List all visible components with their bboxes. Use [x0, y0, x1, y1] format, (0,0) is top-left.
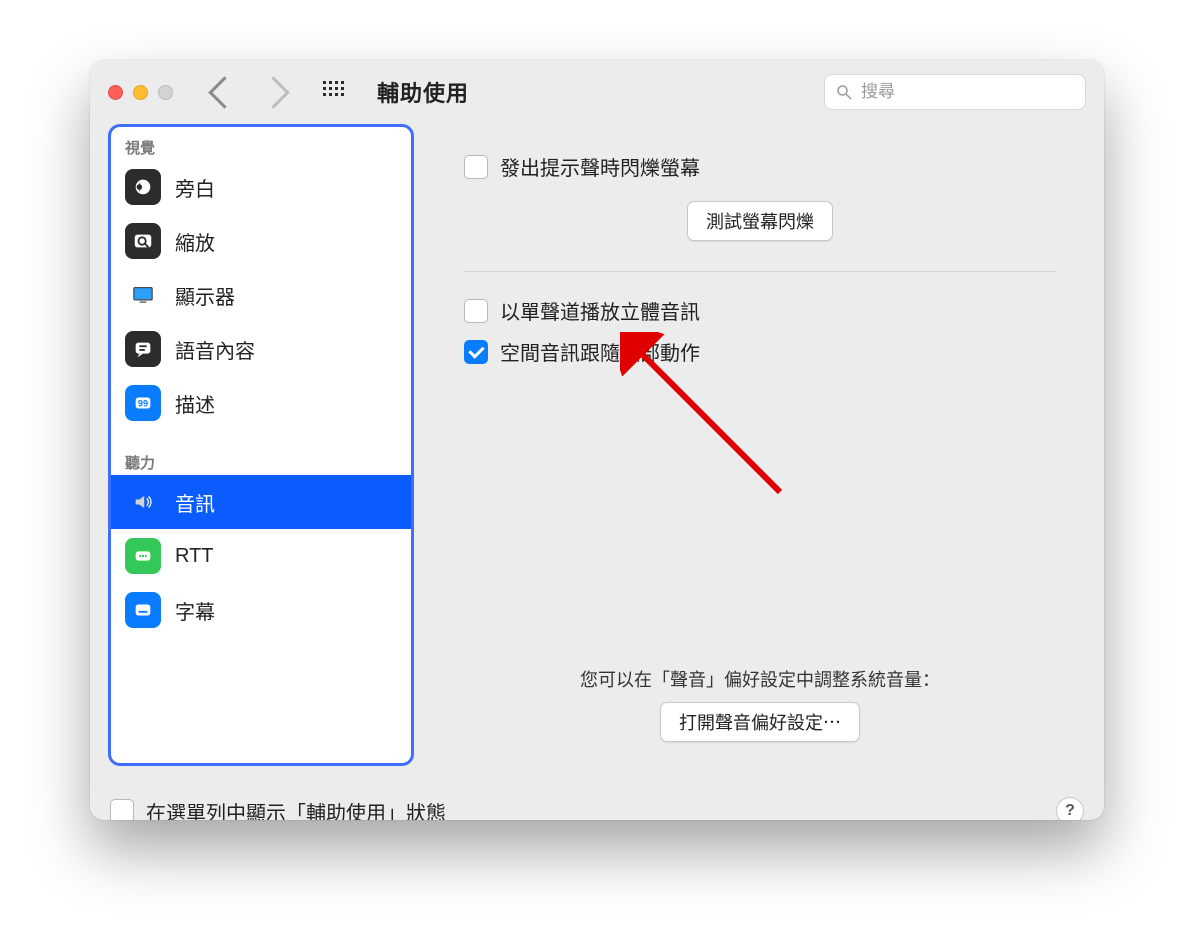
sidebar-item-label: 語音內容 — [175, 335, 255, 364]
spatial-head-checkbox[interactable] — [464, 340, 488, 364]
mono-audio-checkbox[interactable] — [464, 299, 488, 323]
spatial-head-label: 空間音訊跟隨頭部動作 — [500, 337, 700, 366]
window-controls — [108, 85, 173, 100]
sidebar-section-vision: 視覺 — [111, 127, 411, 160]
show-status-checkbox[interactable] — [110, 799, 134, 820]
search-input[interactable] — [859, 81, 1075, 103]
descriptions-icon: 99 — [125, 385, 161, 421]
back-button[interactable] — [208, 76, 241, 109]
forward-button[interactable] — [257, 76, 290, 109]
spoken-content-icon — [125, 331, 161, 367]
spatial-head-row[interactable]: 空間音訊跟隨頭部動作 — [464, 337, 1056, 366]
zoom-window-button[interactable] — [158, 85, 173, 100]
sidebar-item-voiceover[interactable]: 旁白 — [111, 160, 411, 214]
divider — [464, 271, 1056, 272]
zoom-icon — [125, 223, 161, 259]
captions-icon — [125, 592, 161, 628]
flash-screen-row[interactable]: 發出提示聲時閃爍螢幕 — [464, 152, 1056, 181]
display-icon — [125, 277, 161, 313]
test-flash-button[interactable]: 測試螢幕閃爍 — [687, 201, 833, 241]
rtt-icon — [125, 538, 161, 574]
show-all-icon[interactable] — [323, 81, 345, 103]
sidebar-item-descriptions[interactable]: 99 描述 — [111, 376, 411, 430]
sidebar-item-label: RTT — [175, 545, 214, 568]
flash-screen-checkbox[interactable] — [464, 155, 488, 179]
volume-hint-text: 您可以在「聲音」偏好設定中調整系統音量： — [464, 666, 1056, 692]
preferences-window: 輔助使用 視覺 旁白 — [90, 60, 1104, 820]
audio-icon — [125, 484, 161, 520]
sidebar-item-label: 描述 — [175, 389, 215, 418]
sidebar-item-label: 縮放 — [175, 227, 215, 256]
footer: 在選單列中顯示「輔助使用」狀態 ? — [90, 784, 1104, 820]
sidebar-item-zoom[interactable]: 縮放 — [111, 214, 411, 268]
open-sound-prefs-button[interactable]: 打開聲音偏好設定⋯ — [660, 702, 860, 742]
sidebar-item-label: 旁白 — [175, 173, 215, 202]
content-area: 視覺 旁白 縮放 顯示器 — [90, 124, 1104, 784]
toolbar: 輔助使用 — [90, 60, 1104, 124]
minimize-window-button[interactable] — [133, 85, 148, 100]
sidebar-section-hearing: 聽力 — [111, 430, 411, 475]
sidebar-item-label: 顯示器 — [175, 281, 235, 310]
flash-screen-label: 發出提示聲時閃爍螢幕 — [500, 152, 700, 181]
main-panel: 發出提示聲時閃爍螢幕 測試螢幕閃爍 以單聲道播放立體音訊 空間音訊跟隨頭部動作 — [434, 124, 1086, 766]
sidebar-item-spoken-content[interactable]: 語音內容 — [111, 322, 411, 376]
mono-audio-label: 以單聲道播放立體音訊 — [500, 296, 700, 325]
sidebar: 視覺 旁白 縮放 顯示器 — [108, 124, 414, 766]
nav-buttons — [213, 81, 285, 104]
voiceover-icon — [125, 169, 161, 205]
sidebar-item-audio[interactable]: 音訊 — [111, 475, 411, 529]
mono-audio-row[interactable]: 以單聲道播放立體音訊 — [464, 296, 1056, 325]
sidebar-item-label: 字幕 — [175, 596, 215, 625]
window-title: 輔助使用 — [377, 76, 469, 108]
svg-text:99: 99 — [138, 399, 148, 409]
sidebar-item-rtt[interactable]: RTT — [111, 529, 411, 583]
show-status-label: 在選單列中顯示「輔助使用」狀態 — [146, 797, 446, 821]
search-field[interactable] — [824, 74, 1086, 110]
help-button[interactable]: ? — [1056, 797, 1084, 820]
sidebar-item-captions[interactable]: 字幕 — [111, 583, 411, 637]
sidebar-item-display[interactable]: 顯示器 — [111, 268, 411, 322]
sidebar-item-label: 音訊 — [175, 488, 215, 517]
search-icon — [835, 83, 853, 101]
close-window-button[interactable] — [108, 85, 123, 100]
